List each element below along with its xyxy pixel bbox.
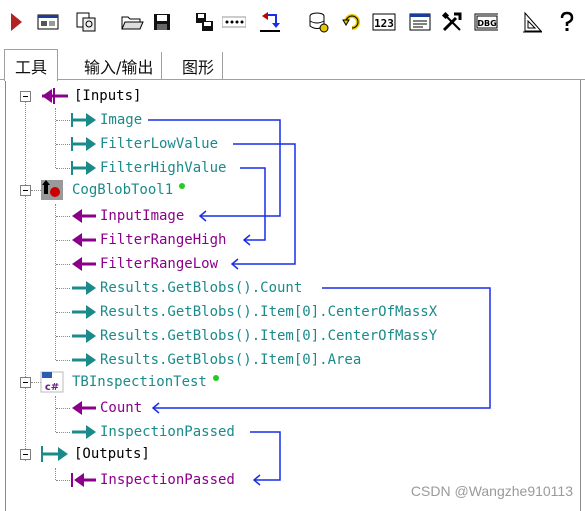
result-center-x-node[interactable]: Results.GetBlobs().Item[0].CenterOfMassX: [70, 301, 437, 323]
result-center-y-label: Results.GetBlobs().Item[0].CenterOfMassY: [100, 328, 438, 344]
result-count-node[interactable]: Results.GetBlobs().Count: [70, 277, 302, 299]
outputs-arrow-icon: [41, 446, 68, 462]
link-high-to-rangehigh: [240, 167, 266, 241]
purple-arrow-icon: [72, 233, 96, 247]
csharp-script-icon: c#: [40, 371, 64, 393]
image-label: Image: [100, 112, 143, 128]
teal-arrow-icon: [71, 137, 96, 151]
teal-arrow-icon: [72, 425, 96, 439]
filter-low-value-label: FilterLowValue: [100, 136, 219, 152]
outputs-inspection-passed-label: InspectionPassed: [100, 472, 235, 488]
collapse-outputs-toggle[interactable]: [20, 449, 31, 460]
status-ok-icon: [179, 183, 186, 189]
inspection-passed-label: InspectionPassed: [100, 424, 235, 440]
result-center-y-node[interactable]: Results.GetBlobs().Item[0].CenterOfMassY: [70, 325, 437, 347]
purple-arrow-icon: [71, 473, 96, 487]
outputs-label: [Outputs]: [74, 446, 150, 462]
link-passed-to-outputs: [250, 431, 281, 481]
teal-arrow-icon: [72, 281, 96, 295]
blob-input-image-node[interactable]: InputImage: [70, 205, 184, 227]
result-center-x-label: Results.GetBlobs().Item[0].CenterOfMassX: [100, 304, 438, 320]
blob-tool-node[interactable]: CogBlobTool1: [40, 179, 186, 201]
svg-text:c#: c#: [45, 382, 59, 393]
purple-arrow-icon: [72, 401, 96, 415]
teal-arrow-icon: [71, 113, 96, 127]
blob-tool-label: CogBlobTool1: [72, 182, 174, 198]
collapse-inspection-test-toggle[interactable]: [20, 377, 31, 388]
filter-range-high-node[interactable]: FilterRangeHigh: [70, 229, 226, 251]
link-low-to-rangelow: [232, 143, 296, 265]
inputs-label: [Inputs]: [74, 88, 142, 104]
tab-tools[interactable]: 工具: [4, 49, 59, 81]
filter-range-low-label: FilterRangeLow: [100, 256, 219, 272]
inputs-arrow-icon: [42, 88, 68, 104]
teal-arrow-icon: [72, 353, 96, 367]
tab-tools-label: 工具: [15, 57, 48, 77]
teal-arrow-icon: [72, 329, 96, 343]
filter-range-high-label: FilterRangeHigh: [100, 232, 227, 248]
filter-low-value-node[interactable]: FilterLowValue: [70, 133, 218, 155]
filter-high-value-node[interactable]: FilterHighValue: [70, 157, 226, 179]
input-image-node[interactable]: Image: [70, 109, 142, 131]
inputs-node[interactable]: [Inputs]: [40, 85, 141, 107]
purple-arrow-icon: [72, 257, 96, 271]
watermark: CSDN @Wangzhe910113: [410, 483, 573, 499]
inspection-test-label: TBInspectionTest: [72, 374, 207, 390]
result-area-node[interactable]: Results.GetBlobs().Item[0].Area: [70, 349, 361, 371]
tool-tree: [Inputs] Image FilterLowValue FilterHigh…: [0, 0, 585, 511]
result-area-label: Results.GetBlobs().Item[0].Area: [100, 352, 362, 368]
inspection-test-node[interactable]: c# TBInspectionTest: [40, 371, 219, 393]
inspection-passed-node[interactable]: InspectionPassed: [70, 421, 235, 443]
teal-arrow-icon: [72, 305, 96, 319]
result-count-label: Results.GetBlobs().Count: [100, 280, 303, 296]
count-label: Count: [100, 400, 143, 416]
filter-range-low-node[interactable]: FilterRangeLow: [70, 253, 218, 275]
inspection-count-node[interactable]: Count: [70, 397, 142, 419]
collapse-blob-tool-toggle[interactable]: [20, 185, 31, 196]
purple-arrow-icon: [72, 209, 96, 223]
filter-high-value-label: FilterHighValue: [100, 160, 227, 176]
input-image-label: InputImage: [100, 208, 185, 224]
blob-tool-icon: [41, 180, 63, 200]
outputs-node[interactable]: [Outputs]: [40, 443, 150, 465]
collapse-inputs-toggle[interactable]: [20, 91, 31, 102]
status-ok-icon: [212, 375, 219, 381]
teal-arrow-icon: [71, 161, 96, 175]
outputs-inspection-passed-node[interactable]: InspectionPassed: [70, 469, 235, 491]
